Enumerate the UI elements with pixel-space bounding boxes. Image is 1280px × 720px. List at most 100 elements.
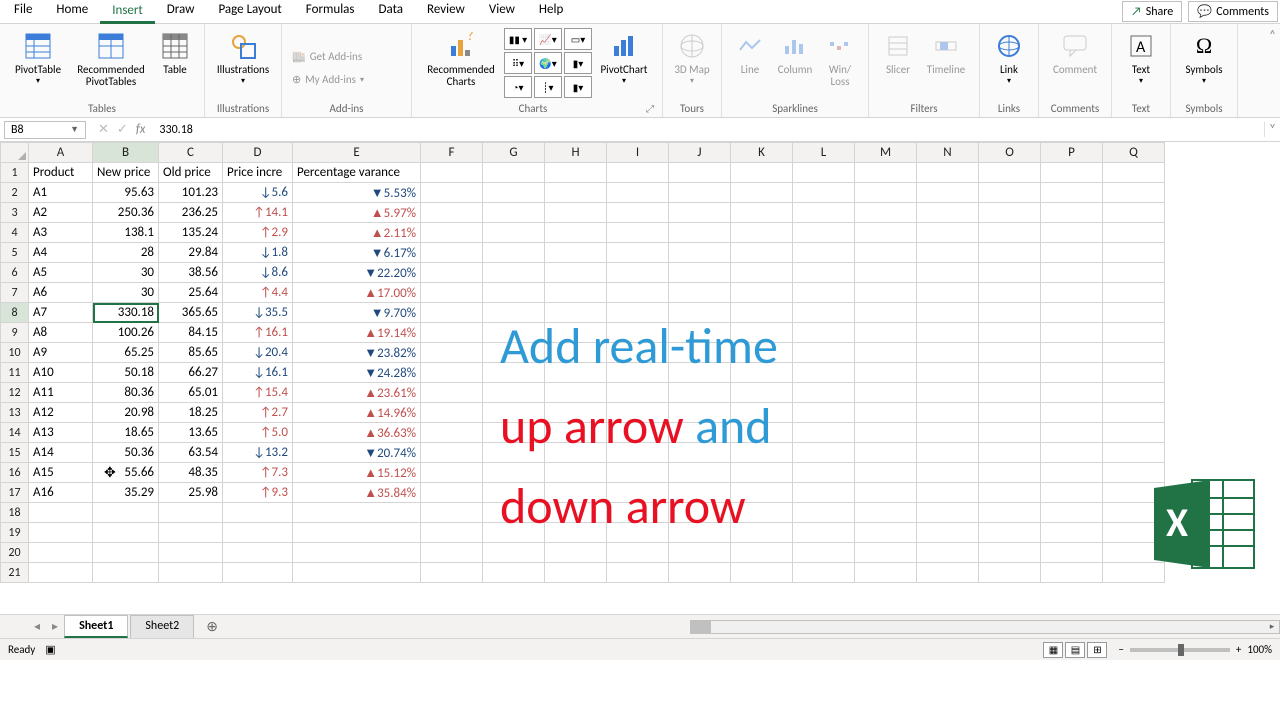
cell[interactable] bbox=[793, 363, 855, 383]
column-header-D[interactable]: D bbox=[223, 143, 293, 163]
cell[interactable] bbox=[979, 243, 1041, 263]
cell[interactable]: A15 bbox=[29, 463, 93, 483]
cell[interactable] bbox=[1041, 563, 1103, 583]
cell[interactable] bbox=[793, 423, 855, 443]
combo-chart-icon[interactable]: ▮▾ bbox=[564, 76, 592, 98]
cell[interactable] bbox=[1041, 443, 1103, 463]
cell[interactable] bbox=[1041, 223, 1103, 243]
cell[interactable]: 365.65 bbox=[159, 303, 223, 323]
pie-chart-icon[interactable]: ◔▾ bbox=[504, 76, 532, 98]
cell[interactable] bbox=[793, 343, 855, 363]
cell[interactable] bbox=[731, 283, 793, 303]
row-header[interactable]: 9 bbox=[1, 323, 29, 343]
cell[interactable] bbox=[917, 363, 979, 383]
cell[interactable]: ▲14.96% bbox=[293, 403, 421, 423]
cell[interactable]: ▼9.70% bbox=[293, 303, 421, 323]
cell[interactable]: ▲19.14% bbox=[293, 323, 421, 343]
cell[interactable]: 38.56 bbox=[159, 263, 223, 283]
cell[interactable]: 35.29 bbox=[93, 483, 159, 503]
cell[interactable] bbox=[917, 483, 979, 503]
cell[interactable]: A7 bbox=[29, 303, 93, 323]
cell[interactable] bbox=[1103, 323, 1165, 343]
cell[interactable]: ▲15.12% bbox=[293, 463, 421, 483]
cell[interactable] bbox=[1103, 163, 1165, 183]
cell[interactable] bbox=[1103, 443, 1165, 463]
cell[interactable] bbox=[731, 563, 793, 583]
row-header[interactable]: 5 bbox=[1, 243, 29, 263]
cell[interactable]: 18.25 bbox=[159, 403, 223, 423]
column-header-G[interactable]: G bbox=[483, 143, 545, 163]
row-header[interactable]: 14 bbox=[1, 423, 29, 443]
cell[interactable] bbox=[979, 523, 1041, 543]
cell[interactable]: A11 bbox=[29, 383, 93, 403]
cell[interactable] bbox=[793, 463, 855, 483]
cell[interactable] bbox=[29, 543, 93, 563]
cell[interactable] bbox=[855, 523, 917, 543]
cell[interactable] bbox=[979, 443, 1041, 463]
row-header[interactable]: 13 bbox=[1, 403, 29, 423]
cell[interactable] bbox=[607, 163, 669, 183]
cell[interactable] bbox=[855, 363, 917, 383]
cell[interactable] bbox=[421, 563, 483, 583]
cell[interactable]: ↓13.2 bbox=[223, 443, 293, 463]
cell[interactable] bbox=[93, 503, 159, 523]
expand-formula-icon[interactable]: ˅ bbox=[1264, 122, 1280, 137]
cell[interactable]: ↑16.1 bbox=[223, 323, 293, 343]
cell[interactable] bbox=[793, 543, 855, 563]
cell[interactable] bbox=[917, 503, 979, 523]
cell[interactable] bbox=[293, 503, 421, 523]
cell[interactable] bbox=[421, 223, 483, 243]
column-header-F[interactable]: F bbox=[421, 143, 483, 163]
cell[interactable] bbox=[607, 203, 669, 223]
cell[interactable] bbox=[483, 163, 545, 183]
cell[interactable]: 84.15 bbox=[159, 323, 223, 343]
cell[interactable]: ▼22.20% bbox=[293, 263, 421, 283]
cell[interactable] bbox=[607, 563, 669, 583]
cell[interactable]: 66.27 bbox=[159, 363, 223, 383]
cell[interactable]: 100.26 bbox=[93, 323, 159, 343]
fx-icon[interactable]: fx bbox=[136, 122, 146, 137]
cell[interactable] bbox=[855, 403, 917, 423]
row-header[interactable]: 7 bbox=[1, 283, 29, 303]
cell[interactable]: ↑5.0 bbox=[223, 423, 293, 443]
cell[interactable]: ↑14.1 bbox=[223, 203, 293, 223]
cell[interactable] bbox=[979, 343, 1041, 363]
3d-map-button[interactable]: 3D Map▾ bbox=[671, 28, 713, 100]
cell[interactable] bbox=[607, 223, 669, 243]
cell[interactable]: ▲5.97% bbox=[293, 203, 421, 223]
cell[interactable] bbox=[979, 363, 1041, 383]
cell[interactable] bbox=[1041, 323, 1103, 343]
cell[interactable] bbox=[793, 383, 855, 403]
cell[interactable] bbox=[1103, 183, 1165, 203]
column-header-B[interactable]: B bbox=[93, 143, 159, 163]
cell[interactable] bbox=[1041, 543, 1103, 563]
cell[interactable] bbox=[421, 383, 483, 403]
cell[interactable] bbox=[1041, 183, 1103, 203]
cell[interactable] bbox=[979, 223, 1041, 243]
cell[interactable] bbox=[979, 283, 1041, 303]
cell[interactable] bbox=[917, 303, 979, 323]
cell[interactable] bbox=[545, 283, 607, 303]
cell[interactable] bbox=[669, 283, 731, 303]
timeline-button[interactable]: Timeline bbox=[921, 28, 971, 100]
cell[interactable] bbox=[855, 383, 917, 403]
cell[interactable] bbox=[1103, 203, 1165, 223]
cell[interactable]: ▼5.53% bbox=[293, 183, 421, 203]
cell[interactable] bbox=[545, 223, 607, 243]
cell[interactable] bbox=[483, 263, 545, 283]
cell[interactable] bbox=[545, 183, 607, 203]
cell[interactable] bbox=[421, 523, 483, 543]
slicer-button[interactable]: Slicer bbox=[877, 28, 919, 100]
cell[interactable] bbox=[979, 503, 1041, 523]
sparkline-column-button[interactable]: Column bbox=[772, 28, 818, 100]
select-all-button[interactable] bbox=[1, 143, 29, 163]
cell[interactable]: A4 bbox=[29, 243, 93, 263]
cell[interactable] bbox=[731, 243, 793, 263]
cell[interactable]: 250.36 bbox=[93, 203, 159, 223]
menu-draw[interactable]: Draw bbox=[155, 0, 207, 24]
cell[interactable] bbox=[979, 163, 1041, 183]
column-header-A[interactable]: A bbox=[29, 143, 93, 163]
cell[interactable]: A9 bbox=[29, 343, 93, 363]
link-button[interactable]: Link▾ bbox=[988, 28, 1030, 100]
cell[interactable] bbox=[979, 423, 1041, 443]
